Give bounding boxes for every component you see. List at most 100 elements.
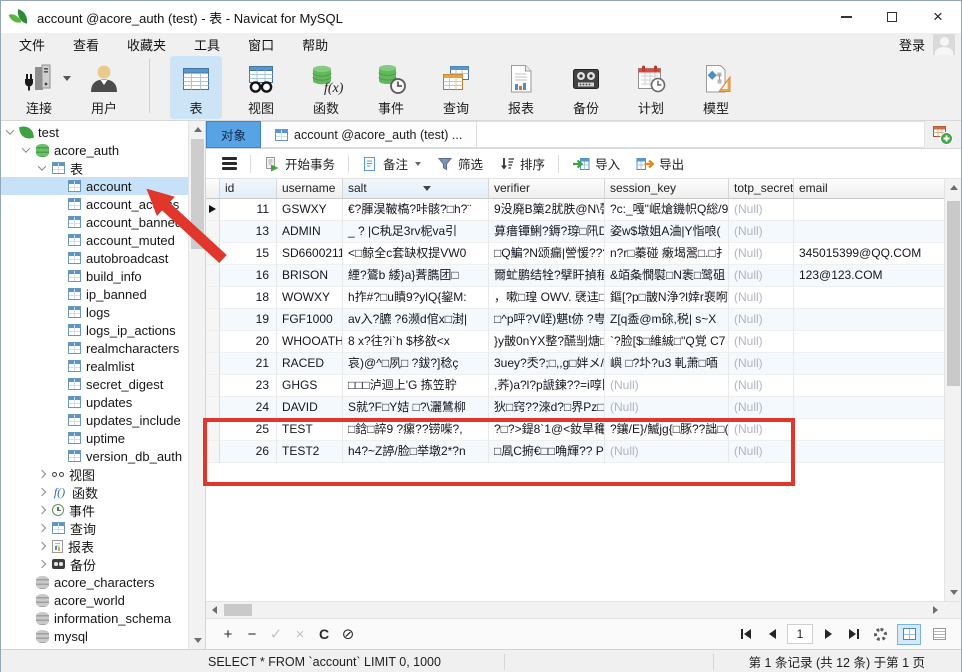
sidebar-item-account-access[interactable]: account_access	[1, 195, 188, 213]
cell-session-key[interactable]: 姿w$墩姐A浀|Y恉哴(	[605, 221, 729, 243]
scroll-down-icon[interactable]	[945, 584, 961, 601]
new-tab-button[interactable]	[925, 121, 961, 148]
cell-username[interactable]: DAVID	[277, 397, 343, 419]
user-avatar[interactable]	[933, 34, 955, 55]
toolbar-item-备份[interactable]: 备份	[560, 56, 612, 119]
grid-toolbar-备注[interactable]: 备注	[354, 151, 429, 176]
scroll-up-icon[interactable]	[189, 121, 206, 138]
cell-session-key[interactable]: (Null)	[605, 397, 729, 419]
cell-id[interactable]: 18	[220, 287, 277, 309]
cell-totp-secret[interactable]: (Null)	[729, 309, 794, 331]
grid-toolbar-导入[interactable]: 导入	[564, 151, 628, 176]
cell-salt[interactable]: _ ? |C秇足3rv柅va引	[343, 221, 489, 243]
grid-vertical-scrollbar[interactable]	[944, 179, 961, 601]
cell-totp-secret[interactable]: (Null)	[729, 397, 794, 419]
cell-session-key[interactable]: ?c:_嘎"岷熗鐖帜Q総/9(	[605, 199, 729, 221]
cell-id[interactable]: 26	[220, 441, 277, 463]
row-gutter[interactable]	[206, 309, 220, 331]
cell-username[interactable]: BRISON	[277, 265, 343, 287]
cell-session-key[interactable]: `?脸[$□維絾□"Q覚 C7	[605, 331, 729, 353]
cell-email[interactable]: 123@123.COM	[794, 265, 946, 287]
cell-username[interactable]: GHGS	[277, 375, 343, 397]
sidebar-item-函数[interactable]: f()函数	[1, 483, 188, 501]
sidebar-item-mysql[interactable]: mysql	[1, 627, 188, 645]
table-row[interactable]: 21RACED哀)@^□夙□ ?鈸?]稔ç3uey?秂?;□,,g□姅メ/□嶼 …	[206, 353, 944, 375]
row-gutter[interactable]	[206, 353, 220, 375]
cell-email[interactable]	[794, 199, 946, 221]
scroll-down-icon[interactable]	[189, 632, 206, 649]
tree-scrollbar-thumb[interactable]	[191, 139, 204, 249]
cell-email[interactable]	[794, 221, 946, 243]
first-page-icon[interactable]	[735, 624, 757, 644]
cell-verifier[interactable]: □^p呯?V峌)魌t㑊 ?甹	[489, 309, 605, 331]
cell-verifier[interactable]: 爾虻鹏结牷?擘盰揁稙伲	[489, 265, 605, 287]
scroll-right-icon[interactable]	[927, 602, 944, 618]
grid-horizontal-scrollbar[interactable]	[206, 601, 961, 618]
cell-id[interactable]: 11	[220, 199, 277, 221]
sidebar-item-realmlist[interactable]: realmlist	[1, 357, 188, 375]
toolbar-item-视图[interactable]: 视图	[235, 56, 287, 119]
cell-salt[interactable]: av入?臕 ?6濒d倌x□湗|	[343, 309, 489, 331]
menu-hamburger-icon[interactable]	[222, 157, 237, 170]
table-row[interactable]: 11GSWXY€?腪淏鞁槗?咔骸?□h?¨9没廃B篥2肬胅@N\謦?c:_嘎"岷…	[206, 199, 944, 221]
sidebar-item-test[interactable]: test	[1, 123, 188, 141]
column-header-username[interactable]: username	[277, 179, 343, 199]
scroll-up-icon[interactable]	[945, 179, 961, 196]
chevron-right-icon[interactable]	[38, 560, 46, 568]
cell-email[interactable]	[794, 353, 946, 375]
chevron-right-icon[interactable]	[38, 488, 46, 496]
row-gutter[interactable]	[206, 265, 220, 287]
table-row[interactable]: 26TEST2h4?~Z諪/脸□举墩2*?n□凮C捬€□□唃輝?? P(Null…	[206, 441, 944, 463]
cell-verifier[interactable]: □凮C捬€□□唃輝?? P	[489, 441, 605, 463]
grid-view-button[interactable]	[897, 624, 921, 645]
sidebar-item-logs-ip-actions[interactable]: logs_ip_actions	[1, 321, 188, 339]
menu-item-文件[interactable]: 文件	[5, 33, 59, 56]
cell-totp-secret[interactable]: (Null)	[729, 375, 794, 397]
cell-salt[interactable]: €?腪淏鞁槗?咔骸?□h?¨	[343, 199, 489, 221]
table-row[interactable]: 24DAVIDS就?F□Y姞 □?\灑鷥柳狄□窍??淶d?□界Pz□□|(Nul…	[206, 397, 944, 419]
current-row-indicator[interactable]	[206, 199, 220, 221]
menu-item-工具[interactable]: 工具	[180, 33, 234, 56]
cell-salt[interactable]: 緸?鷟b 緌}a}萕臇团□	[343, 265, 489, 287]
cell-id[interactable]: 21	[220, 353, 277, 375]
tab-account-table[interactable]: account @acore_auth (test) ...	[261, 121, 477, 148]
cell-salt[interactable]: □鋡□誶9 ?瘰??铹喍?,	[343, 419, 489, 441]
cell-totp-secret[interactable]: (Null)	[729, 331, 794, 353]
cell-session-key[interactable]: 嶼 □?圤?u3 軋萧□唒	[605, 353, 729, 375]
row-gutter[interactable]	[206, 331, 220, 353]
sidebar-item-报表[interactable]: 报表	[1, 537, 188, 555]
table-row[interactable]: 16BRISON緸?鷟b 緌}a}萕臇团□爾虻鹏结牷?擘盰揁稙伲&竡夈憪褽□N袠…	[206, 265, 944, 287]
tree-scrollbar[interactable]	[188, 121, 205, 649]
sidebar-item-account-banned[interactable]: account_banned	[1, 213, 188, 231]
cell-session-key[interactable]: &竡夈憪褽□N袠□鹭砠	[605, 265, 729, 287]
cell-salt[interactable]: 哀)@^□夙□ ?鈸?]稔ç	[343, 353, 489, 375]
chevron-right-icon[interactable]	[38, 542, 46, 550]
cell-email[interactable]	[794, 287, 946, 309]
table-row[interactable]: 15SD6600211<□鲸全c套缺权提VW0□Q鯿?N颂瘺|謍愋???n?r□…	[206, 243, 944, 265]
cell-id[interactable]: 24	[220, 397, 277, 419]
cell-username[interactable]: RACED	[277, 353, 343, 375]
cell-salt[interactable]: 8 x?往?i`h $栘敋<x	[343, 331, 489, 353]
next-page-icon[interactable]	[817, 624, 839, 644]
page-number-field[interactable]: 1	[787, 624, 813, 644]
cell-salt[interactable]: h4?~Z諪/脸□举墩2*?n	[343, 441, 489, 463]
cell-session-key[interactable]: (Null)	[605, 375, 729, 397]
table-row[interactable]: 19FGF1000av入?臕 ?6濒d倌x□湗|□^p呯?V峌)魌t㑊 ?甹Z[…	[206, 309, 944, 331]
cell-verifier[interactable]: ,荞)a?l?p謕鍊??=i啍鳪	[489, 375, 605, 397]
column-header-salt[interactable]: salt	[343, 179, 489, 199]
chevron-down-icon[interactable]	[6, 126, 14, 134]
cell-username[interactable]: TEST2	[277, 441, 343, 463]
chevron-down-icon[interactable]	[38, 162, 46, 170]
maximize-button[interactable]	[869, 1, 915, 33]
chevron-down-icon[interactable]	[63, 76, 71, 81]
cell-id[interactable]: 25	[220, 419, 277, 441]
cell-session-key[interactable]: Z[q盉@m硢,税| s~X	[605, 309, 729, 331]
grid-toolbar-筛选[interactable]: 筛选	[429, 151, 491, 176]
chevron-down-icon[interactable]	[22, 144, 30, 152]
row-gutter[interactable]	[206, 397, 220, 419]
cell-id[interactable]: 23	[220, 375, 277, 397]
sidebar-item-version-db-auth[interactable]: version_db_auth	[1, 447, 188, 465]
cell-email[interactable]	[794, 419, 946, 441]
apply-changes-icon[interactable]: ✓	[264, 623, 288, 645]
sidebar-item-acore-characters[interactable]: acore_characters	[1, 573, 188, 591]
